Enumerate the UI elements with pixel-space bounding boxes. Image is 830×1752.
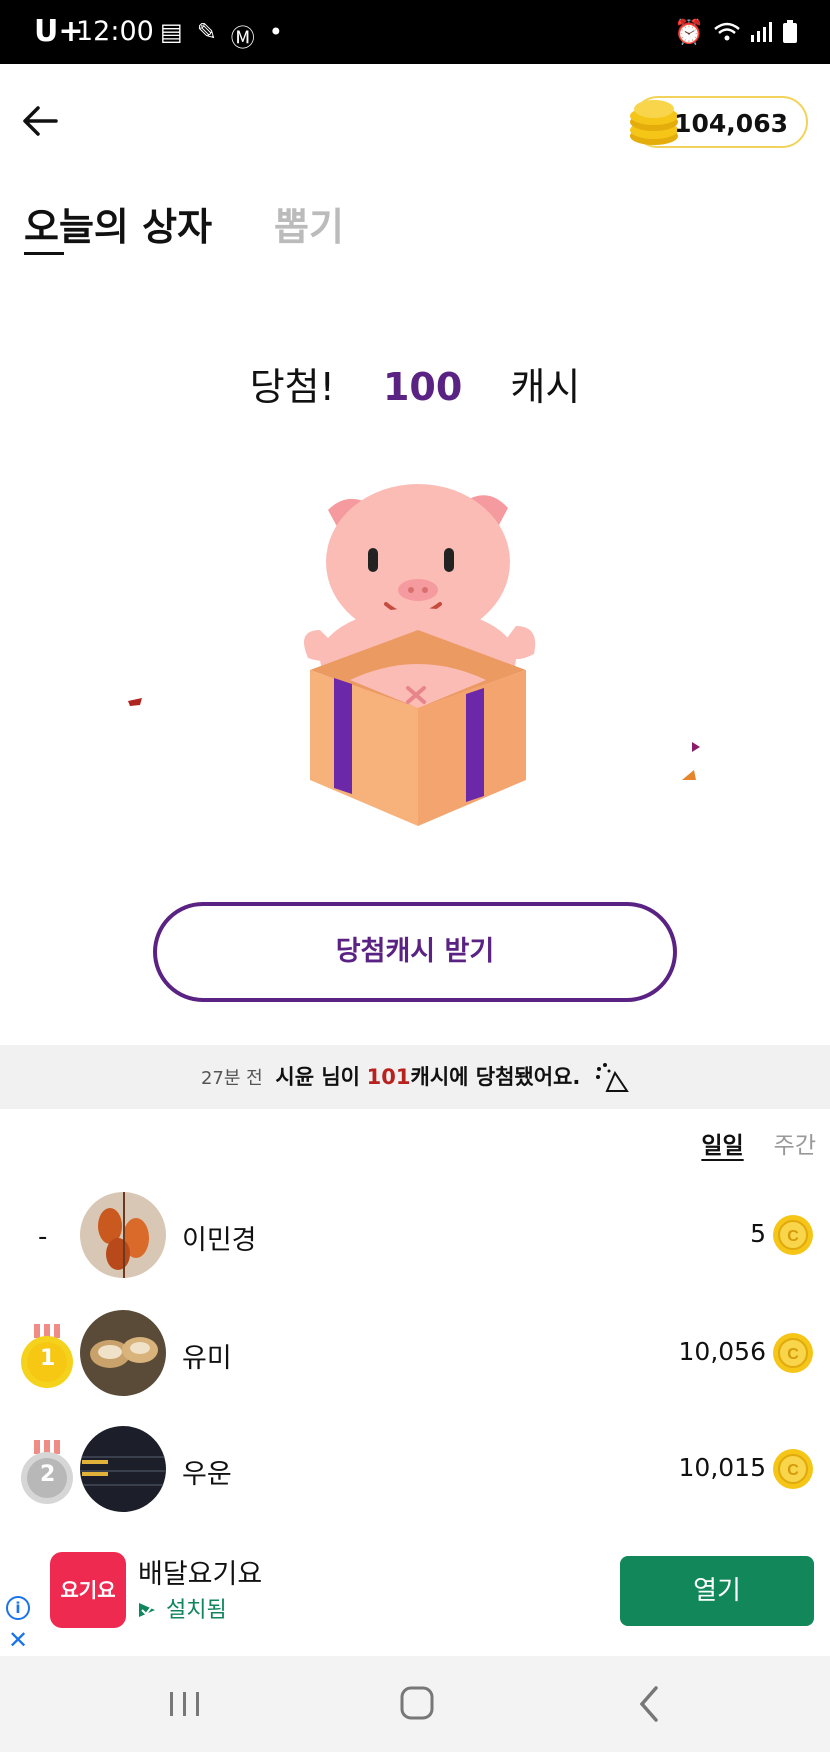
recent-apps-icon[interactable] bbox=[160, 1682, 210, 1726]
tab-draw[interactable]: 뽑기 bbox=[274, 196, 344, 251]
notification-icons: ▤ ✎ Ⓜ • bbox=[160, 18, 283, 53]
recent-winner-bar: 27분 전 시윤 님이 101캐시에 당첨됐어요. bbox=[0, 1045, 830, 1109]
user-score: 5 bbox=[750, 1219, 766, 1248]
pig-gift-box-illustration bbox=[304, 484, 536, 826]
avatar bbox=[80, 1426, 166, 1512]
ad-banner[interactable]: 요기요 배달요기요 설치됨 i ✕ 열기 bbox=[0, 1534, 830, 1654]
ad-app-title: 배달요기요 bbox=[138, 1559, 263, 1590]
pen-icon: ✎ bbox=[196, 18, 217, 46]
tab-daily[interactable]: 일일 bbox=[701, 1126, 743, 1160]
tab-weekly[interactable]: 주간 bbox=[774, 1126, 816, 1160]
signal-icon bbox=[751, 22, 772, 42]
back-arrow-icon[interactable] bbox=[16, 96, 66, 146]
winner-time-ago: 27분 전 bbox=[200, 1068, 263, 1089]
tab-draw-label: 뽑기 bbox=[274, 205, 344, 249]
alarm-icon: ⏰ bbox=[674, 18, 704, 46]
confetti-icon bbox=[128, 698, 142, 706]
user-name: 우운 bbox=[182, 1459, 232, 1490]
installed-label: 설치됨 bbox=[166, 1598, 227, 1623]
system-nav-bar bbox=[0, 1656, 830, 1752]
ranking-period-tabs: 일일 주간 bbox=[701, 1126, 816, 1160]
active-tab-underline bbox=[24, 252, 64, 255]
installed-status: 설치됨 bbox=[138, 1592, 227, 1624]
dot-icon: • bbox=[268, 18, 283, 46]
tab-today-box[interactable]: 오늘의 상자 bbox=[24, 196, 213, 255]
app-logo: 요기요 bbox=[50, 1552, 126, 1628]
m-badge-icon: Ⓜ bbox=[230, 24, 255, 52]
win-result: 당첨! 100 캐시 bbox=[0, 356, 830, 416]
user-name: 유미 bbox=[182, 1343, 232, 1374]
winner-name: 시윤 님이 bbox=[275, 1065, 360, 1089]
notification-icon: ▤ bbox=[160, 18, 183, 46]
wifi-icon bbox=[714, 22, 740, 41]
svg-text:C: C bbox=[787, 1462, 799, 1479]
svg-text:C: C bbox=[787, 1346, 799, 1363]
back-nav-icon[interactable] bbox=[624, 1682, 674, 1726]
user-name: 이민경 bbox=[182, 1225, 257, 1256]
ad-info-icon[interactable]: i bbox=[6, 1596, 30, 1620]
user-score: 10,015 bbox=[678, 1453, 766, 1482]
svg-text:C: C bbox=[787, 1228, 799, 1245]
top-bar: 104,063 bbox=[0, 64, 830, 184]
win-unit: 캐시 bbox=[510, 365, 581, 409]
box-tabs: 오늘의 상자 뽑기 bbox=[24, 196, 524, 266]
coin-icon: C bbox=[773, 1215, 813, 1255]
rank-label: - bbox=[38, 1222, 48, 1252]
coin-icon: C bbox=[773, 1333, 813, 1373]
home-icon[interactable] bbox=[392, 1682, 442, 1726]
confetti-icon bbox=[692, 742, 700, 752]
ad-close-icon[interactable]: ✕ bbox=[8, 1626, 28, 1654]
win-prefix: 당첨! bbox=[249, 365, 335, 409]
cash-balance-pill[interactable]: 104,063 bbox=[630, 96, 808, 148]
winner-amount: 101 bbox=[366, 1065, 411, 1089]
claim-cash-button[interactable]: 당첨캐시 받기 bbox=[153, 902, 677, 1002]
coin-icon: C bbox=[773, 1449, 813, 1489]
confetti-icon bbox=[682, 770, 696, 780]
winner-suffix: 캐시에 당첨됐어요. bbox=[410, 1065, 581, 1089]
installed-check-icon bbox=[139, 1603, 155, 1617]
tab-today-box-label: 오늘의 상자 bbox=[24, 205, 213, 249]
user-score: 10,056 bbox=[678, 1337, 766, 1366]
status-bar: U+ 12:00 ▤ ✎ Ⓜ • ⏰ bbox=[0, 0, 830, 64]
ad-open-button[interactable]: 열기 bbox=[620, 1556, 814, 1626]
avatar bbox=[80, 1310, 166, 1396]
ranking-row: 1 유미 10,056 C bbox=[0, 1304, 830, 1404]
win-amount: 100 bbox=[382, 365, 463, 409]
ranking-row: 2 우운 10,015 C bbox=[0, 1420, 830, 1520]
battery-icon bbox=[783, 20, 797, 43]
system-icons: ⏰ bbox=[674, 18, 798, 46]
ranking-row: - 이민경 5 C bbox=[0, 1186, 830, 1286]
rank-label: 1 bbox=[40, 1346, 56, 1371]
cash-balance-amount: 104,063 bbox=[674, 109, 788, 138]
party-popper-icon bbox=[596, 1063, 629, 1092]
rank-label: 2 bbox=[40, 1462, 56, 1487]
avatar bbox=[80, 1192, 166, 1278]
clock: 12:00 bbox=[76, 16, 154, 47]
